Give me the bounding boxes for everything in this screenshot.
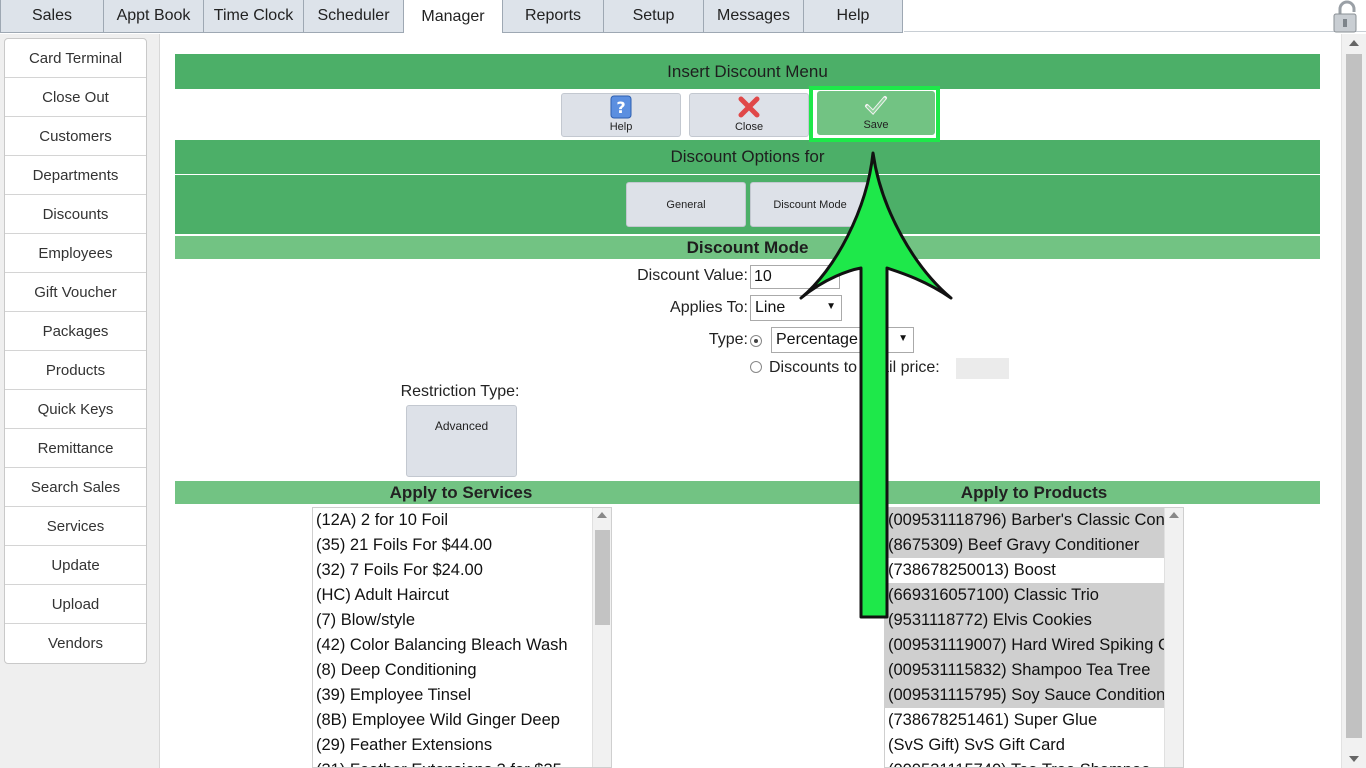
page-title: Insert Discount Menu [175,54,1320,89]
list-item[interactable]: (32) 7 Foils For $24.00 [313,558,611,583]
list-item[interactable]: (35) 21 Foils For $44.00 [313,533,611,558]
sidebar-item-update[interactable]: Update [5,546,146,585]
type-percentage-radio[interactable] [750,335,762,347]
sidebar-item-quick-keys[interactable]: Quick Keys [5,390,146,429]
scroll-up-icon[interactable] [1349,40,1359,46]
tab-general[interactable]: General [626,182,746,227]
save-highlight-box [809,86,940,142]
close-icon [738,96,760,118]
tab-manager[interactable]: Manager [403,0,503,33]
type-select[interactable]: Percentage ▼ [771,327,914,353]
sidebar-item-search-sales[interactable]: Search Sales [5,468,146,507]
retail-price-input[interactable] [956,358,1009,379]
list-item[interactable]: (29) Feather Extensions [313,733,611,758]
list-item[interactable]: (12A) 2 for 10 Foil [313,508,611,533]
advanced-button[interactable]: Advanced [406,405,517,477]
tab-sales[interactable]: Sales [0,0,104,33]
sidebar-item-remittance[interactable]: Remittance [5,429,146,468]
sidebar-item-packages[interactable]: Packages [5,312,146,351]
sidebar-item-customers[interactable]: Customers [5,117,146,156]
list-item[interactable]: (9531118772) Elvis Cookies [885,608,1183,633]
dropdown-arrow-icon: ▼ [826,301,836,312]
type-value: Percentage [776,331,858,348]
sidebar-item-close-out[interactable]: Close Out [5,78,146,117]
retail-price-radio[interactable] [750,361,762,373]
close-button[interactable]: Close [689,93,809,137]
sidebar-item-employees[interactable]: Employees [5,234,146,273]
page-scrollbar[interactable] [1341,34,1366,768]
tab-appt-book[interactable]: Appt Book [103,0,204,33]
products-scrollbar[interactable] [1164,508,1183,767]
applies-to-select[interactable]: Line ▼ [750,295,842,321]
type-label: Type: [708,331,748,348]
list-item[interactable]: (738678251461) Super Glue [885,708,1183,733]
help-icon: ? [610,95,632,119]
close-label: Close [734,121,764,133]
restriction-type-label: Restriction Type: [400,383,520,400]
help-label: Help [609,121,633,133]
discount-value-label: Discount Value: [637,267,748,284]
page-scroll-thumb[interactable] [1346,54,1362,738]
list-item[interactable]: (009531118796) Barber's Classic Conditio… [885,508,1183,533]
lock-icon[interactable] [1326,0,1362,34]
list-item[interactable]: (42) Color Balancing Bleach Wash [313,633,611,658]
list-item[interactable]: (009531115795) Soy Sauce Conditioner [885,683,1183,708]
list-item[interactable]: (669316057100) Classic Trio [885,583,1183,608]
main-panel: Insert Discount Menu ? Help Close Save D… [160,34,1340,768]
services-list[interactable]: (12A) 2 for 10 Foil (35) 21 Foils For $4… [312,507,612,768]
nav-underline [904,31,1366,32]
svg-text:?: ? [616,98,625,117]
tab-messages[interactable]: Messages [703,0,804,33]
list-item[interactable]: (738678250013) Boost [885,558,1183,583]
apply-services-title: Apply to Services [389,483,533,502]
list-item[interactable]: (39) Employee Tinsel [313,683,611,708]
tab-scheduler[interactable]: Scheduler [303,0,404,33]
sidebar-item-vendors[interactable]: Vendors [5,624,146,663]
list-item[interactable]: (8) Deep Conditioning [313,658,611,683]
tab-reports[interactable]: Reports [502,0,604,33]
list-item[interactable]: (HC) Adult Haircut [313,583,611,608]
retail-price-label: Discounts to retail price: [769,359,940,376]
scroll-up-icon[interactable] [1169,512,1179,518]
discount-mode-title: Discount Mode [175,236,1320,259]
services-scrollbar[interactable] [592,508,611,767]
list-item[interactable]: (7) Blow/style [313,608,611,633]
list-item[interactable]: (SvS Gift) SvS Gift Card [885,733,1183,758]
help-button[interactable]: ? Help [561,93,681,137]
sidebar-item-upload[interactable]: Upload [5,585,146,624]
tab-setup[interactable]: Setup [603,0,704,33]
options-title: Discount Options for [175,140,1320,174]
list-item[interactable]: (009531119007) Hard Wired Spiking Glue [885,633,1183,658]
scroll-up-icon[interactable] [597,512,607,518]
sidebar-item-card-terminal[interactable]: Card Terminal [5,39,146,78]
scroll-down-icon[interactable] [1349,756,1359,762]
applies-to-value: Line [755,299,786,316]
sidebar-item-services[interactable]: Services [5,507,146,546]
sidebar-item-products[interactable]: Products [5,351,146,390]
discount-value-input[interactable]: 10 [750,265,840,289]
list-item[interactable]: (8675309) Beef Gravy Conditioner [885,533,1183,558]
tab-help[interactable]: Help [803,0,903,33]
list-item[interactable]: (31) Feather Extensions 3 for $35 [313,758,611,767]
list-item[interactable]: (009531115832) Shampoo Tea Tree [885,658,1183,683]
sidebar-item-discounts[interactable]: Discounts [5,195,146,234]
top-nav: Sales Appt Book Time Clock Scheduler Man… [0,0,903,33]
tab-time-clock[interactable]: Time Clock [203,0,304,33]
products-list[interactable]: (009531118796) Barber's Classic Conditio… [884,507,1184,768]
applies-to-label: Applies To: [670,299,748,316]
sidebar: Card Terminal Close Out Customers Depart… [4,38,147,664]
tab-discount-mode[interactable]: Discount Mode [750,182,870,227]
scroll-thumb[interactable] [595,530,610,625]
list-item[interactable]: (8B) Employee Wild Ginger Deep [313,708,611,733]
sidebar-item-gift-voucher[interactable]: Gift Voucher [5,273,146,312]
list-item[interactable]: (009531115740) Tea Tree Shampoo [885,758,1183,767]
apply-products-title: Apply to Products [960,483,1108,502]
options-tab-strip [175,175,1320,234]
dropdown-arrow-icon: ▼ [898,333,908,344]
sidebar-item-departments[interactable]: Departments [5,156,146,195]
